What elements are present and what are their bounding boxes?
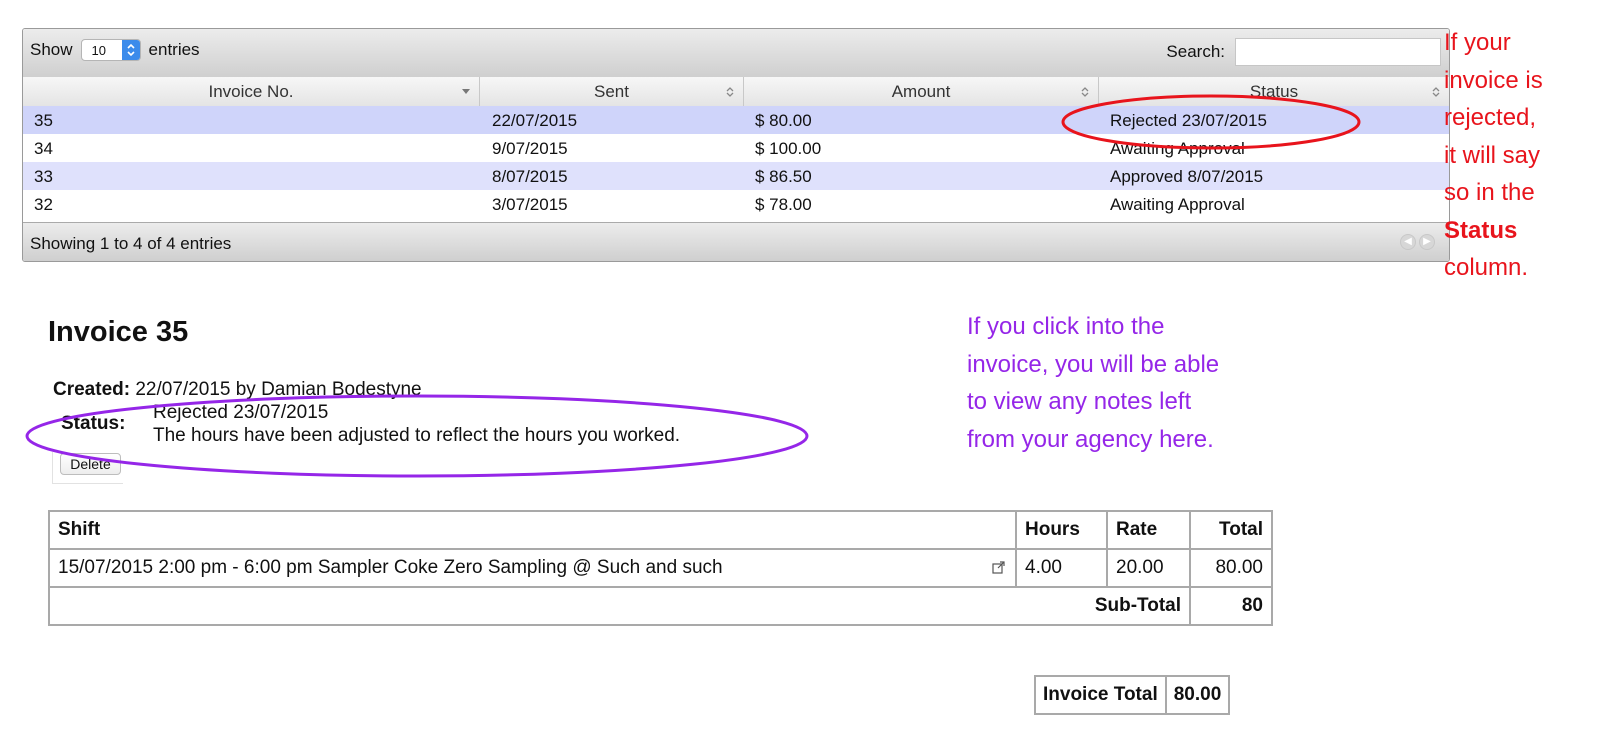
cell-status: Approved 8/07/2015 — [1110, 167, 1264, 186]
next-page-icon[interactable]: ▶ — [1419, 234, 1435, 250]
subtotal-row: Sub-Total 80 — [48, 586, 1273, 626]
column-header-label: Sent — [594, 82, 629, 101]
column-header-invoice-no[interactable]: Invoice No. — [23, 77, 480, 106]
sort-desc-icon — [462, 89, 470, 94]
cell-status: Awaiting Approval — [1110, 139, 1245, 158]
shift-cell: 15/07/2015 2:00 pm - 6:00 pm Sampler Cok… — [48, 548, 1017, 588]
shift-header: Shift — [48, 510, 1017, 550]
note-line: it will say — [1444, 141, 1541, 169]
note-line: so in the — [1444, 179, 1535, 206]
column-header-label: Status — [1249, 82, 1299, 101]
total-cell: 80.00 — [1189, 548, 1273, 588]
table-footer: Showing 1 to 4 of 4 entries ◀ ▶ — [23, 222, 1449, 261]
created-label: Created: — [53, 379, 131, 400]
search-label: Search: — [1166, 42, 1225, 61]
invoice-title: Invoice 35 — [48, 316, 189, 348]
cell-invoice-no: 34 — [34, 139, 53, 158]
note-line: If you click into the — [967, 313, 1165, 340]
sort-both-icon — [1081, 87, 1089, 97]
cell-status: Awaiting Approval — [1110, 195, 1245, 214]
cell-sent: 22/07/2015 — [492, 111, 578, 130]
table-row: 15/07/2015 2:00 pm - 6:00 pm Sampler Cok… — [48, 548, 1273, 588]
invoice-total-value: 80.00 — [1164, 675, 1231, 715]
cell-invoice-no: 35 — [34, 111, 53, 130]
column-header-status[interactable]: Status — [1099, 77, 1449, 106]
subtotal-label: Sub-Total — [48, 586, 1191, 626]
shifts-table: Shift Hours Rate Total 15/07/2015 2:00 p… — [48, 510, 1273, 626]
cell-amount: $ 78.00 — [755, 195, 812, 214]
entries-label: entries — [148, 40, 200, 59]
note-line: rejected, — [1444, 104, 1537, 131]
note-line: from your agency here. — [967, 425, 1214, 453]
sort-both-icon — [726, 87, 734, 97]
cell-status: Rejected 23/07/2015 — [1110, 111, 1267, 130]
updown-chevron-icon — [121, 40, 140, 60]
column-headers: Invoice No. Sent Amount Status — [23, 77, 1449, 107]
created-value: 22/07/2015 by Damian Bodestyne — [135, 379, 422, 400]
invoice-notes-note: If you click into the invoice, you will … — [967, 308, 1287, 458]
cell-amount: $ 80.00 — [755, 111, 812, 130]
column-header-label: Amount — [891, 82, 951, 101]
status-label: Status: — [61, 413, 126, 434]
status-note: The hours have been adjusted to reflect … — [153, 425, 681, 446]
rate-header: Rate — [1106, 510, 1191, 550]
shift-description: 15/07/2015 2:00 pm - 6:00 pm Sampler Cok… — [58, 557, 723, 578]
invoice-total-row: Invoice Total 80.00 — [1034, 675, 1231, 715]
cell-invoice-no: 32 — [34, 195, 53, 214]
search-input[interactable] — [1235, 38, 1441, 66]
page-length-control: Show 10 entries — [30, 39, 200, 61]
table-info: Showing 1 to 4 of 4 entries — [30, 234, 232, 253]
created-info: Created: 22/07/2015 by Damian Bodestyne — [53, 379, 422, 401]
table-toolbar: Show 10 entries Search: — [23, 29, 1449, 78]
status-column-note: If your invoice is rejected, it will say… — [1444, 24, 1594, 287]
page-length-value: 10 — [91, 43, 106, 58]
delete-button[interactable]: Delete — [60, 453, 121, 475]
hours-cell: 4.00 — [1015, 548, 1108, 588]
cell-amount: $ 100.00 — [755, 139, 822, 158]
table-row[interactable]: 35 22/07/2015 $ 80.00 Rejected 23/07/201… — [23, 106, 1449, 134]
sort-both-icon — [1432, 87, 1440, 97]
page-length-select[interactable]: 10 — [80, 39, 141, 61]
cell-invoice-no: 33 — [34, 167, 53, 186]
invoice-total-table: Invoice Total 80.00 — [1034, 675, 1231, 715]
note-line: invoice is — [1444, 66, 1543, 94]
column-header-label: Invoice No. — [208, 82, 294, 101]
rate-cell: 20.00 — [1106, 548, 1191, 588]
pagination: ◀ ▶ — [1400, 234, 1435, 250]
total-header: Total — [1189, 510, 1273, 550]
table-row[interactable]: 32 3/07/2015 $ 78.00 Awaiting Approval — [23, 190, 1449, 218]
cell-amount: $ 86.50 — [755, 167, 812, 186]
table-row[interactable]: 34 9/07/2015 $ 100.00 Awaiting Approval — [23, 134, 1449, 162]
cell-sent: 3/07/2015 — [492, 195, 568, 214]
actions-cell: Delete — [52, 452, 123, 484]
invoice-total-label: Invoice Total — [1034, 675, 1167, 715]
invoice-list-table: Show 10 entries Search: Invoice No. Sent… — [22, 28, 1450, 262]
cell-sent: 9/07/2015 — [492, 139, 568, 158]
table-row[interactable]: 33 8/07/2015 $ 86.50 Approved 8/07/2015 — [23, 162, 1449, 190]
note-line: column. — [1444, 254, 1529, 281]
subtotal-value: 80 — [1189, 586, 1273, 626]
shifts-header-row: Shift Hours Rate Total — [48, 510, 1273, 550]
hours-header: Hours — [1015, 510, 1108, 550]
note-bold-word: Status — [1444, 216, 1518, 244]
external-link-icon[interactable] — [992, 561, 1005, 574]
cell-sent: 8/07/2015 — [492, 167, 568, 186]
note-line: If your — [1444, 29, 1511, 56]
previous-page-icon[interactable]: ◀ — [1400, 234, 1416, 250]
column-header-sent[interactable]: Sent — [480, 77, 744, 106]
note-line: invoice, you will be able — [967, 350, 1220, 378]
column-header-amount[interactable]: Amount — [744, 77, 1099, 106]
show-label: Show — [30, 40, 73, 59]
status-value: Rejected 23/07/2015 — [153, 402, 329, 423]
note-line: to view any notes left — [967, 388, 1192, 415]
search-control: Search: — [1166, 38, 1441, 66]
